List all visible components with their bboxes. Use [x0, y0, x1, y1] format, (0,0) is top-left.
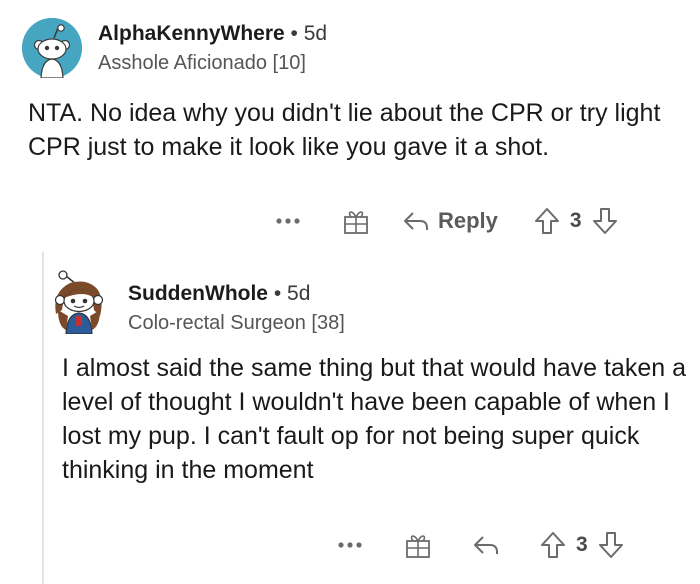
upvote-arrow-icon: [541, 532, 565, 558]
comment-body: I almost said the same thing but that wo…: [62, 354, 686, 484]
reply-button[interactable]: [472, 534, 500, 556]
more-button[interactable]: [338, 541, 362, 549]
reply-arrow-icon: [404, 212, 428, 230]
more-button[interactable]: [276, 217, 300, 225]
comment-header: SuddenWhole • 5d: [128, 282, 310, 306]
upvote-button[interactable]: [534, 207, 560, 235]
username[interactable]: AlphaKennyWhere: [98, 22, 285, 45]
comment-actions: 3: [338, 530, 624, 560]
award-button[interactable]: [342, 207, 370, 235]
reply-arrow-icon: [474, 536, 498, 554]
snoo-avatar-icon: [22, 18, 82, 78]
downvote-arrow-icon: [598, 532, 623, 558]
more-icon: [276, 218, 300, 224]
vote-score: 3: [569, 209, 582, 232]
downvote-button[interactable]: [598, 531, 624, 559]
award-icon: [406, 535, 430, 558]
comment-header: AlphaKennyWhere • 5d: [98, 22, 327, 46]
more-icon: [338, 542, 362, 548]
snoo-avatar-icon: [54, 270, 104, 334]
separator-dot: •: [290, 22, 298, 45]
reply-label: Reply: [438, 208, 498, 233]
avatar[interactable]: [50, 270, 108, 334]
comment-suddenwhole: SuddenWhole • 5d Colo-rectal Surgeon [38…: [0, 250, 700, 584]
upvote-arrow-icon: [534, 208, 559, 234]
downvote-button[interactable]: [592, 207, 618, 235]
user-flair: Colo-rectal Surgeon [38]: [128, 312, 345, 334]
user-flair: Asshole Aficionado [10]: [98, 52, 306, 74]
award-icon: [344, 211, 368, 234]
username[interactable]: SuddenWhole: [128, 282, 268, 305]
award-button[interactable]: [404, 531, 432, 559]
upvote-button[interactable]: [540, 531, 566, 559]
comment-alphakennywhere: AlphaKennyWhere • 5d Asshole Aficionado …: [0, 0, 700, 250]
comment-actions: Reply 3: [276, 206, 618, 236]
comment-age: 5d: [303, 22, 328, 45]
reply-button[interactable]: Reply: [402, 208, 498, 234]
separator-dot: •: [273, 282, 282, 305]
comment-body: NTA. No idea why you didn't lie about th…: [28, 99, 661, 161]
comment-age: 5d: [287, 282, 311, 305]
avatar[interactable]: [22, 18, 82, 78]
vote-score: 3: [576, 533, 588, 556]
downvote-arrow-icon: [592, 208, 617, 234]
